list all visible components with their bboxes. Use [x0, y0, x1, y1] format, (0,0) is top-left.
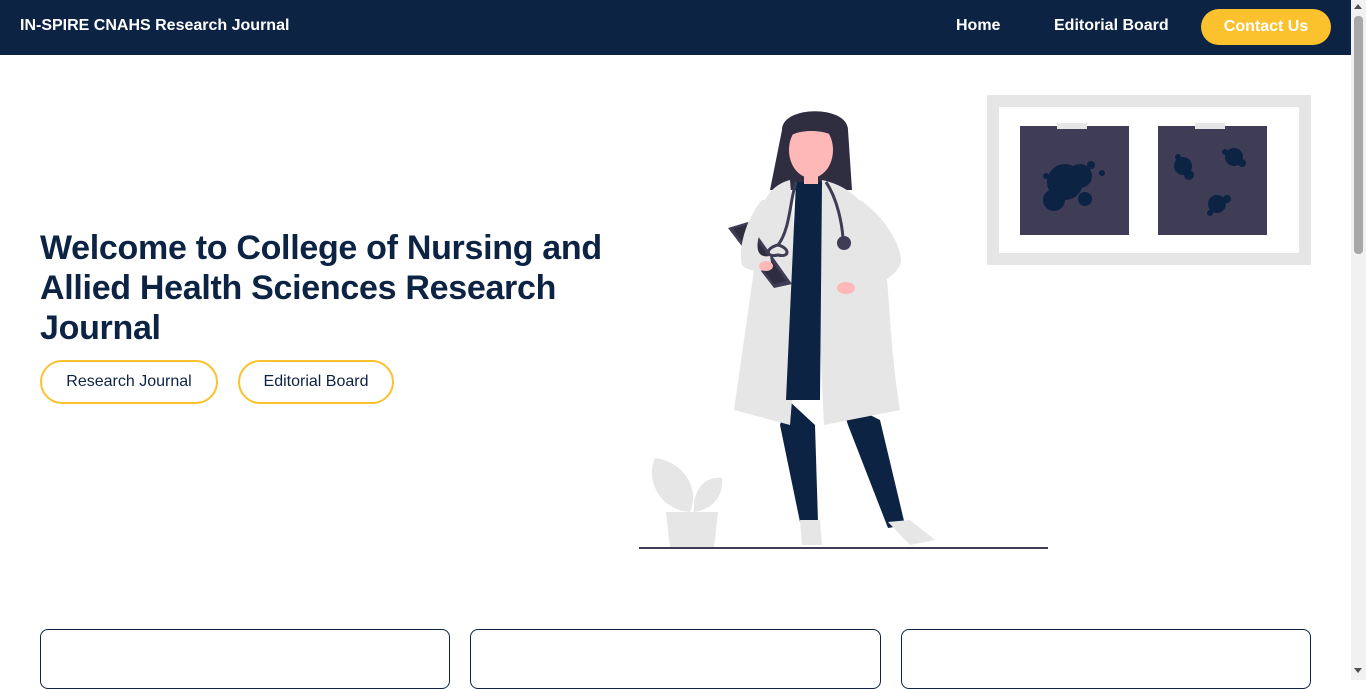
info-card-3: [901, 629, 1311, 689]
scroll-up-arrow-icon[interactable]: [1354, 4, 1362, 9]
info-card-1: [40, 629, 450, 689]
contact-us-button[interactable]: Contact Us: [1201, 9, 1331, 45]
site-brand[interactable]: IN-SPIRE CNAHS Research Journal: [20, 17, 289, 35]
vertical-scrollbar[interactable]: [1351, 0, 1366, 680]
xray-frame: [987, 95, 1311, 265]
hero-title: Welcome to College of Nursing and Allied…: [40, 229, 602, 347]
info-card-2: [470, 629, 881, 689]
doctor-figure: [728, 111, 935, 545]
doctor-illustration: [639, 95, 1311, 549]
nav-editorial-board-link[interactable]: Editorial Board: [1054, 17, 1169, 35]
research-journal-button[interactable]: Research Journal: [40, 360, 218, 404]
scrollbar-thumb[interactable]: [1354, 16, 1363, 254]
scroll-down-arrow-icon[interactable]: [1354, 668, 1362, 673]
plant-pot: [651, 458, 723, 548]
editorial-board-button[interactable]: Editorial Board: [238, 360, 394, 404]
nav-home-link[interactable]: Home: [956, 17, 1000, 35]
top-navbar: IN-SPIRE CNAHS Research Journal Home Edi…: [0, 0, 1351, 55]
